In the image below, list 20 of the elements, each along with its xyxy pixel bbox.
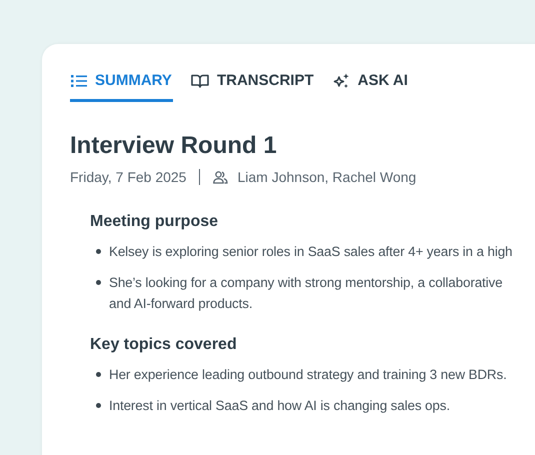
sparkle-icon bbox=[332, 72, 350, 88]
participants: Liam Johnson, Rachel Wong bbox=[237, 169, 416, 185]
tab[interactable]: ASK AI bbox=[332, 68, 409, 102]
meeting-date: Friday, 7 Feb 2025 bbox=[70, 169, 186, 185]
list-icon bbox=[71, 74, 87, 88]
book-icon bbox=[190, 74, 209, 88]
bullet-dot bbox=[96, 280, 101, 285]
bullet-text: She’s looking for a company with strong mentorship, a collaborative and AI-forward products. bbox=[109, 274, 502, 313]
bullet-dot bbox=[96, 372, 101, 377]
meeting-title: Interview Round 1 bbox=[70, 132, 278, 160]
bullet-dot bbox=[96, 403, 101, 408]
bullet-text: Kelsey is exploring senior roles in SaaS sales after 4+ years in a high bbox=[109, 243, 512, 261]
tab[interactable]: SUMMARY bbox=[70, 68, 173, 102]
section-heading: Key topics covered bbox=[90, 336, 238, 354]
bullet-text: Interest in vertical SaaS and how AI is changing sales ops. bbox=[109, 397, 450, 415]
tab[interactable]: TRANSCRIPT bbox=[190, 68, 315, 102]
bullet-text: Her experience leading outbound strategy and training 3 new BDRs. bbox=[109, 366, 507, 384]
people-icon bbox=[213, 170, 228, 184]
bullet-dot bbox=[96, 249, 101, 254]
section-heading: Meeting purpose bbox=[90, 213, 220, 231]
